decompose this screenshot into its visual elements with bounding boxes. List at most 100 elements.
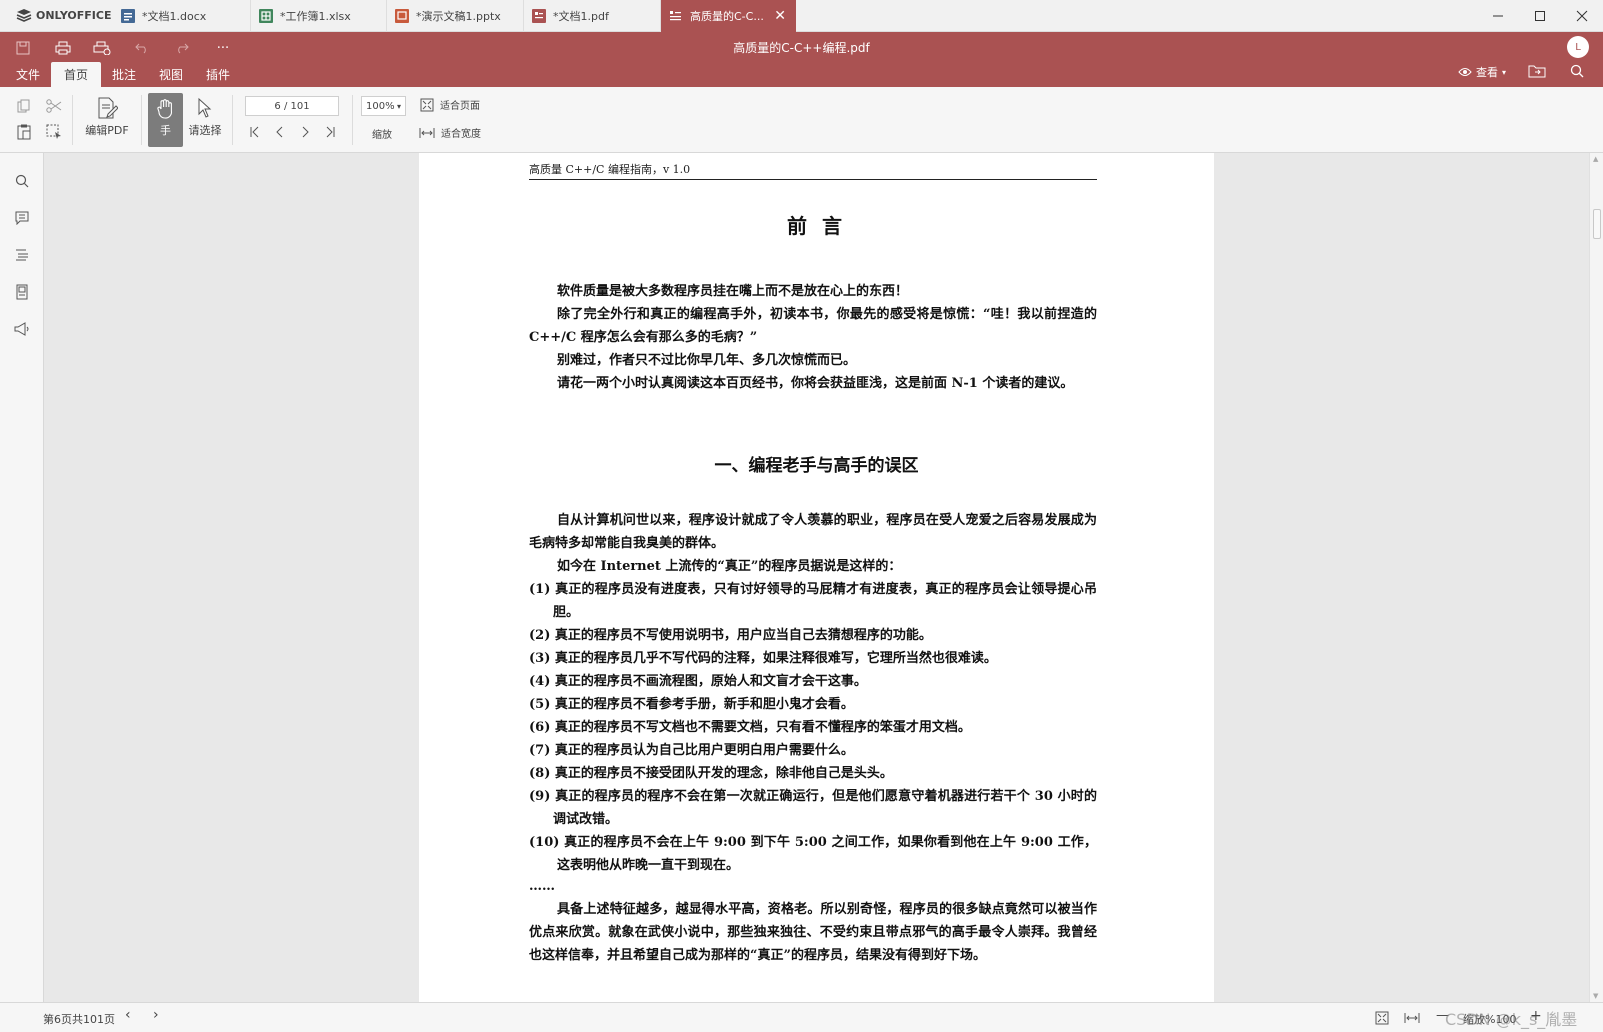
page-info: 第6页共101页 [43,1013,115,1026]
sidebar-search-button[interactable] [11,170,33,192]
tab-pptx[interactable]: *演示文稿1.pptx [387,0,524,32]
document-canvas[interactable]: 高质量 C++/C 编程指南，v 1.0 前 言 软件质量是被大多数程序员挂在嘴… [44,153,1589,1002]
hand-icon [156,99,172,119]
menu-plugins[interactable]: 插件 [193,62,243,87]
tab-pdf[interactable]: *文档1.pdf [524,0,661,32]
status-fit-page-button[interactable] [1375,1011,1389,1025]
vertical-scrollbar[interactable]: ▲ ▼ [1589,153,1603,1002]
tab-xlsx[interactable]: *工作簿1.xlsx [251,0,387,32]
last-page-icon [326,126,335,138]
pdf-icon [670,11,681,21]
maximize-icon [1535,11,1545,21]
minimize-button[interactable] [1477,0,1519,32]
sidebar-feedback-button[interactable] [11,318,33,340]
scrollbar-thumb[interactable] [1593,209,1601,239]
select-all-button[interactable] [44,123,64,141]
hand-tool-button[interactable]: 手 [148,93,183,147]
app-header: ··· 高质量的C-C++编程.pdf L 文件 首页 批注 视图 插件 查看 … [0,32,1603,87]
left-sidebar [0,153,44,1002]
running-header: 高质量 C++/C 编程指南，v 1.0 [529,161,1097,180]
status-next-page-icon[interactable]: › [153,1007,159,1023]
first-page-button[interactable] [247,124,263,140]
scissors-icon [46,99,62,113]
maximize-button[interactable] [1519,0,1561,32]
list-item: (5) 真正的程序员不看参考手册，新手和胆小鬼才会看。 [529,697,854,712]
fit-width-label: 适合宽度 [441,129,481,140]
sidebar-comments-button[interactable] [11,207,33,229]
status-prev-page-icon[interactable]: ‹ [125,1007,131,1023]
sidebar-thumbnails-button[interactable] [11,281,33,303]
page-thumbnails-icon [16,284,28,300]
cut-button[interactable] [44,97,64,115]
view-mode-dropdown[interactable]: 查看 ▾ [1458,64,1506,80]
close-window-button[interactable] [1561,0,1603,32]
toolbar-separator [352,95,353,145]
sidebar-navigation-button[interactable] [11,244,33,266]
zoom-select[interactable]: 100% ▾ [361,96,406,116]
cursor-arrow-icon [198,97,212,118]
chevron-down-icon: ▾ [396,101,401,111]
menu-file[interactable]: 文件 [3,62,53,87]
fit-width-icon [419,127,435,138]
tab-label: *文档1.pdf [553,10,609,23]
close-icon [1576,10,1588,22]
outline-icon [16,249,28,261]
toolbar: 编辑PDF 手 请选择 6 / 101 100% ▾ 缩放 适合页面 适合宽度 [0,87,1603,153]
menu-comment[interactable]: 批注 [99,62,149,87]
chevron-left-icon [276,126,283,138]
list-item: (6) 真正的程序员不写文档也不需要文档，只有看不懂程序的笨蛋才用文档。 [529,720,971,735]
view-mode-label: 查看 [1476,66,1498,79]
scroll-down-icon[interactable]: ▼ [1593,992,1598,1000]
select-tool-button[interactable]: 请选择 [185,93,225,147]
tab-docx[interactable]: *文档1.docx [113,0,251,32]
minimize-icon [1493,15,1503,17]
list-item: (2) 真正的程序员不写使用说明书，用户应当自己去猜想程序的功能。 [529,628,932,643]
first-page-icon [250,126,259,138]
eye-icon [1458,68,1472,76]
select-tool-label: 请选择 [188,124,222,137]
preface-paragraph: 请花一两个小时认真阅读这本百页经书，你将会获益匪浅，这是前面 N-1 个读者的建… [557,376,1074,391]
onlyoffice-logo-icon [16,9,32,22]
search-icon [1570,64,1584,78]
fit-width-button[interactable]: 适合宽度 [419,125,481,140]
search-button[interactable] [1570,64,1584,78]
close-tab-icon[interactable]: ✕ [774,8,786,24]
scroll-up-icon[interactable]: ▲ [1593,155,1598,163]
zoom-label: 缩放 [372,130,392,141]
status-fit-width-button[interactable] [1404,1012,1420,1024]
edit-pdf-button[interactable]: 编辑PDF [84,93,130,147]
brand-name: ONLYOFFICE [36,8,112,22]
pdf-page: 高质量 C++/C 编程指南，v 1.0 前 言 软件质量是被大多数程序员挂在嘴… [419,153,1214,1002]
last-page-button[interactable] [322,124,338,140]
toolbar-separator [232,95,233,145]
list-item: (8) 真正的程序员不接受团队开发的理念，除非他自己是头头。 [529,766,893,781]
status-bar: 第6页共101页 ‹ › — 缩放%100 + CSDN @k_s_胤墨 [0,1002,1603,1032]
onlyoffice-logo: ONLYOFFICE [16,8,112,22]
tab-active-pdf[interactable]: 高质量的C-C... ✕ [661,0,796,32]
previous-page-button[interactable] [272,124,288,140]
copy-button[interactable] [14,97,34,115]
open-location-button[interactable] [1528,64,1546,78]
fit-page-icon [1375,1011,1389,1025]
megaphone-icon [14,322,29,336]
preface-title: 前 言 [787,214,846,238]
chevron-right-icon [302,126,309,138]
word-doc-icon [121,9,135,23]
hand-tool-label: 手 [160,124,171,137]
preface-paragraph: 除了完全外行和真正的编程高手外，初读本书，你最先的感受将是惊慌：“哇！我以前捏造… [529,307,1097,345]
page-number-input[interactable]: 6 / 101 [245,96,339,116]
paste-button[interactable] [14,123,34,141]
next-page-button[interactable] [297,124,313,140]
fit-page-button[interactable]: 适合页面 [420,97,480,112]
toolbar-separator [72,95,73,145]
list-item: (7) 真正的程序员认为自己比用户更明白用户需要什么。 [529,743,854,758]
body-paragraph: 自从计算机问世以来，程序设计就成了令人羡慕的职业，程序员在受人宠爱之后容易发展成… [529,513,1097,551]
menu-view[interactable]: 视图 [146,62,196,87]
watermark: CSDN @k_s_胤墨 [1445,1010,1578,1029]
zoom-value: 100% [366,100,395,112]
menu-home[interactable]: 首页 [51,62,102,87]
preface-paragraph: 软件质量是被大多数程序员挂在嘴上而不是放在心上的东西！ [557,284,909,299]
document-title: 高质量的C-C++编程.pdf [733,41,870,55]
paste-icon [17,124,31,140]
avatar[interactable]: L [1567,36,1589,58]
